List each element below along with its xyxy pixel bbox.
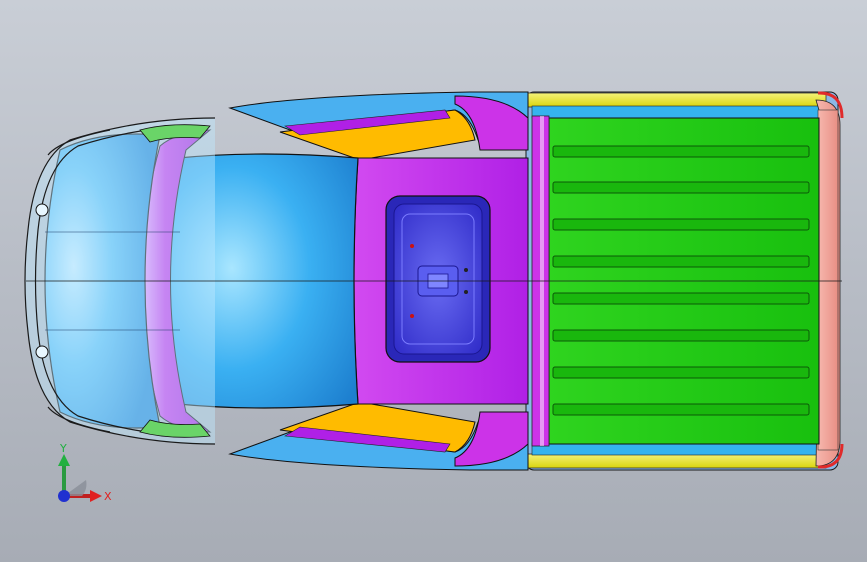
headlight-bottom: [35, 345, 49, 359]
x-axis-arrow-icon: [90, 490, 102, 502]
headlight-top: [35, 203, 49, 217]
coordinate-triad: Y X: [58, 442, 112, 503]
y-axis-label: Y: [59, 442, 67, 455]
sunroof-tray[interactable]: [385, 195, 491, 363]
x-axis-label: X: [104, 490, 112, 503]
graphics-viewport[interactable]: Y X: [0, 0, 867, 562]
bed-side-rail-bottom[interactable]: [527, 453, 827, 469]
origin-icon: [58, 490, 70, 502]
bed-side-rail-top[interactable]: [527, 92, 827, 108]
truck-model[interactable]: [0, 0, 867, 562]
y-axis-arrow-icon: [58, 454, 70, 466]
